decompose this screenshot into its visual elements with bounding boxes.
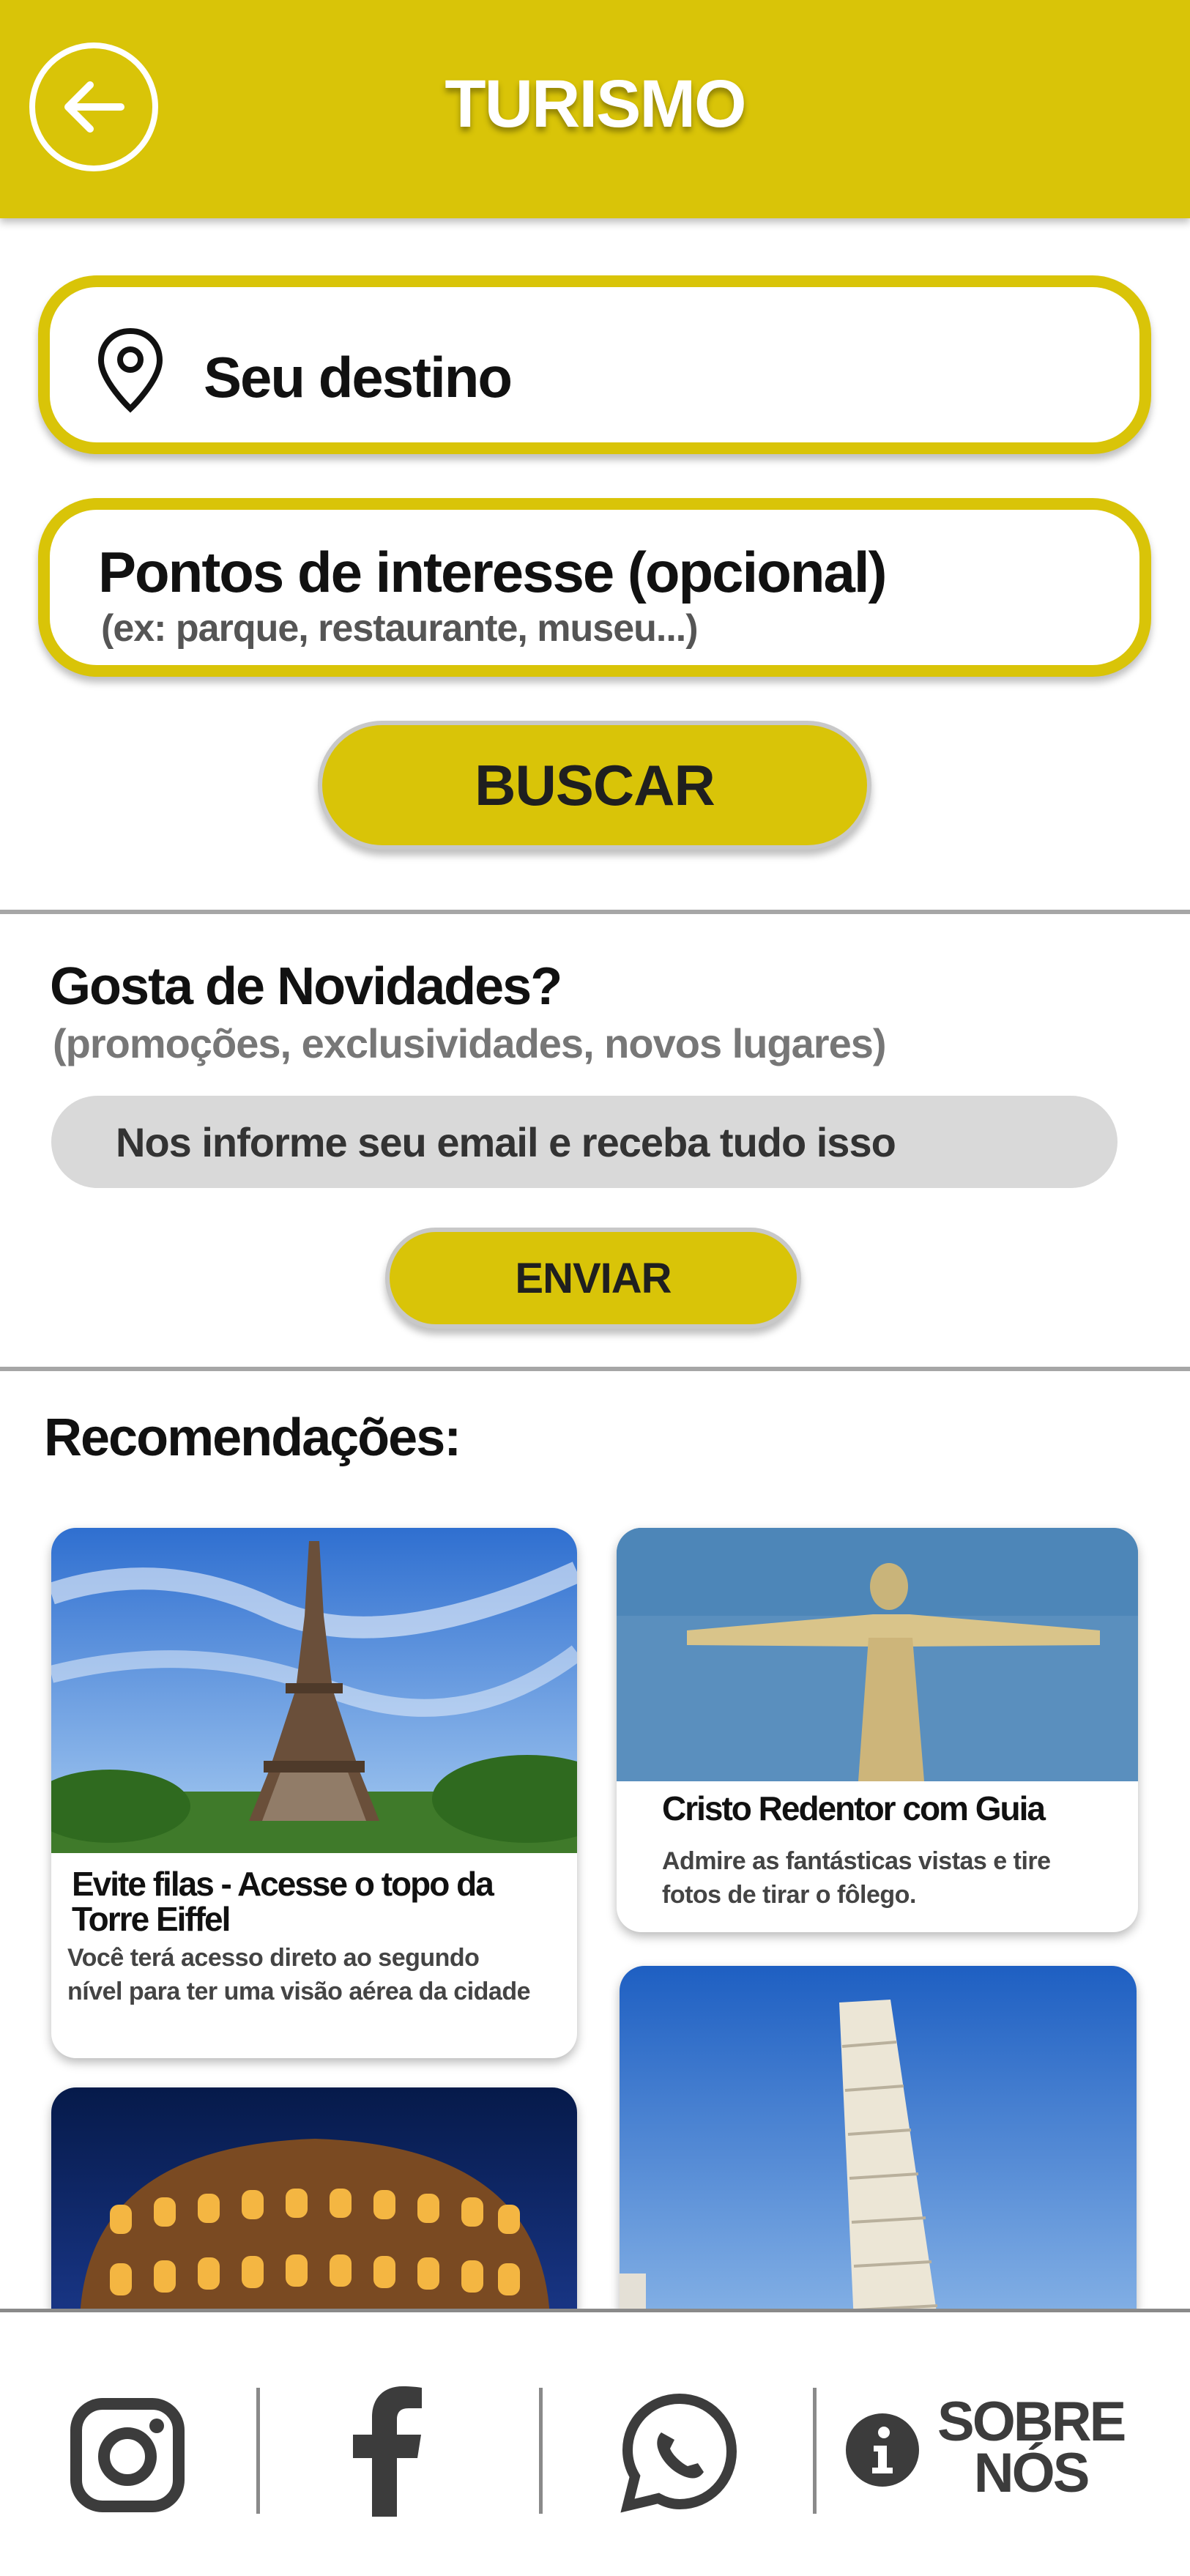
nav-separator: [256, 2388, 260, 2514]
app-header: TURISMO: [0, 0, 1190, 218]
card-description: Você terá acesso direto ao segundo nível…: [67, 1944, 531, 2005]
email-input[interactable]: Nos informe seu email e receba tudo isso: [51, 1096, 1118, 1188]
instagram-icon: [70, 2398, 185, 2512]
location-pin-icon: [97, 327, 163, 413]
newsletter-title: Gosta de Novidades?: [50, 957, 562, 1016]
about-label[interactable]: SOBRE NÓS: [937, 2391, 1126, 2504]
destination-placeholder: Seu destino: [204, 345, 513, 409]
recommendations-title: Recomendações:: [44, 1408, 461, 1467]
recommendation-card-eiffel[interactable]: Evite filas - Acesse o topo da Torre Eif…: [51, 1528, 577, 2058]
info-icon: [846, 2413, 919, 2487]
about-button[interactable]: [842, 2410, 923, 2490]
nav-separator: [539, 2388, 543, 2514]
recommendation-card-cristo[interactable]: Cristo Redentor com Guia Admire as fantá…: [617, 1528, 1138, 1932]
section-divider: [0, 910, 1190, 914]
nav-separator: [813, 2388, 817, 2514]
facebook-icon: [353, 2386, 422, 2517]
section-divider: [0, 1367, 1190, 1371]
card-title: Cristo Redentor com Guia: [662, 1789, 1046, 1827]
about-label-line2: NÓS: [973, 2442, 1090, 2504]
card-description: Admire as fantásticas vistas e tire foto…: [662, 1847, 1051, 1909]
whatsapp-icon: [620, 2393, 737, 2513]
search-button[interactable]: BUSCAR: [318, 721, 871, 850]
eiffel-tower-image: [51, 1528, 577, 1853]
page-title: TURISMO: [445, 67, 746, 141]
poi-hint: (ex: parque, restaurante, museu...): [101, 607, 699, 650]
whatsapp-button[interactable]: [617, 2389, 743, 2515]
points-of-interest-input[interactable]: Pontos de interesse (opcional) (ex: parq…: [38, 498, 1151, 677]
christ-the-redeemer-image: [617, 1528, 1138, 1781]
email-placeholder: Nos informe seu email e receba tudo isso: [116, 1118, 896, 1165]
card-title: Evite filas - Acesse o topo da Torre Eif…: [72, 1865, 494, 1938]
facebook-button[interactable]: [344, 2385, 432, 2517]
send-button[interactable]: ENVIAR: [385, 1228, 801, 1329]
instagram-button[interactable]: [67, 2395, 187, 2515]
poi-placeholder: Pontos de interesse (opcional): [98, 540, 888, 604]
destination-input[interactable]: Seu destino: [38, 275, 1151, 454]
newsletter-subtitle: (promoções, exclusividades, novos lugare…: [53, 1020, 886, 1066]
about-label-line1: SOBRE: [937, 2391, 1126, 2453]
